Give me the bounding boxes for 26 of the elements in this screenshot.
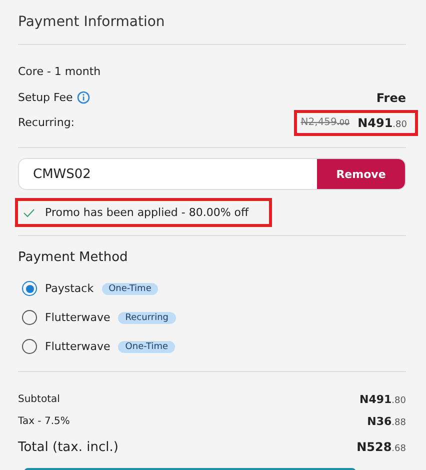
check-icon <box>23 208 35 218</box>
radio-button[interactable] <box>22 339 37 354</box>
recurring-label: Recurring: <box>18 116 75 129</box>
section-title: Payment Method <box>18 250 129 267</box>
total-label: Total (tax. incl.) <box>18 440 118 454</box>
remove-button[interactable]: Remove <box>317 159 405 189</box>
total-label: Subtotal <box>18 394 60 404</box>
option-label: Flutterwave <box>45 311 110 324</box>
amount: N528.68 <box>356 440 406 454</box>
promo-message: Promo has been applied - 80.00% off <box>45 206 249 219</box>
fee-value: Free <box>376 90 406 104</box>
radio-button[interactable] <box>22 310 37 325</box>
fee-label: Setup Fee <box>18 91 73 104</box>
tag: Recurring <box>118 312 176 324</box>
tag: One-Time <box>102 282 158 294</box>
tag: One-Time <box>118 340 176 352</box>
radio-button[interactable] <box>22 281 37 296</box>
option-label: Flutterwave <box>45 340 110 353</box>
option-label: Paystack <box>45 282 94 295</box>
amount: N491.80 <box>360 392 406 406</box>
section-title: Payment Information <box>18 14 166 32</box>
promo-field[interactable]: CMWS02 Remove <box>18 158 406 190</box>
amount: N36.88 <box>367 414 406 428</box>
info-icon[interactable] <box>76 91 90 104</box>
plan-name: Core - 1 month <box>18 65 102 80</box>
total-label: Tax - 7.5% <box>18 416 70 426</box>
